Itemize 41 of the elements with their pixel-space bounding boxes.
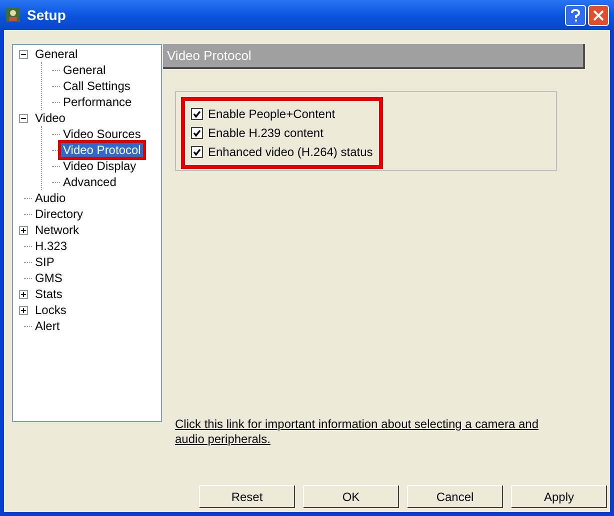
dialog-button[interactable]: Reset <box>199 485 295 508</box>
tree-item[interactable]: Call Settings <box>61 79 132 93</box>
app-icon <box>5 7 21 23</box>
collapse-icon[interactable] <box>19 50 28 58</box>
tree-item[interactable]: Locks <box>33 303 68 317</box>
tree-item[interactable]: Video <box>33 111 68 125</box>
checkbox-label: Enable H.239 content <box>208 125 324 142</box>
tree-item[interactable]: Network <box>33 223 82 237</box>
collapse-icon[interactable] <box>19 114 28 122</box>
tree-item[interactable]: Directory <box>33 207 86 221</box>
tree-item[interactable]: Advanced <box>61 175 118 189</box>
close-button[interactable] <box>588 4 609 26</box>
info-link[interactable]: Click this link for important information about selecting a camera and audio peripherals. <box>175 417 565 447</box>
tree-item[interactable]: Performance <box>61 95 134 109</box>
expand-icon[interactable] <box>19 226 28 234</box>
tree-item[interactable]: Stats <box>33 287 64 301</box>
expand-icon[interactable] <box>19 290 28 298</box>
tree-item[interactable]: General <box>33 47 80 61</box>
tree-item[interactable]: Alert <box>33 319 62 333</box>
tree-item[interactable]: General <box>61 63 108 77</box>
checkbox[interactable] <box>191 127 203 139</box>
dialog-button[interactable]: Cancel <box>407 485 503 508</box>
dialog-button[interactable]: Apply <box>511 485 607 508</box>
window-title: Setup <box>27 6 66 25</box>
tree-item[interactable]: SIP <box>33 255 56 269</box>
dialog-button[interactable]: OK <box>303 485 399 508</box>
expand-icon[interactable] <box>19 306 28 314</box>
tree-item[interactable]: Video Protocol <box>61 143 143 157</box>
close-icon <box>593 10 604 20</box>
help-button[interactable] <box>565 4 586 26</box>
tree-item[interactable]: GMS <box>33 271 64 285</box>
tree-item[interactable]: H.323 <box>33 239 70 253</box>
tree-item[interactable]: Video Display <box>61 159 138 173</box>
checkbox-label: Enable People+Content <box>208 106 336 123</box>
tree-item[interactable]: Audio <box>33 191 68 205</box>
panel-header: Video Protocol <box>163 44 585 69</box>
tree-item[interactable]: Video Sources <box>61 127 143 141</box>
checkbox[interactable] <box>191 146 203 158</box>
checkbox[interactable] <box>191 108 203 120</box>
checkbox-label: Enhanced video (H.264) status <box>208 144 373 161</box>
help-icon <box>571 8 580 22</box>
